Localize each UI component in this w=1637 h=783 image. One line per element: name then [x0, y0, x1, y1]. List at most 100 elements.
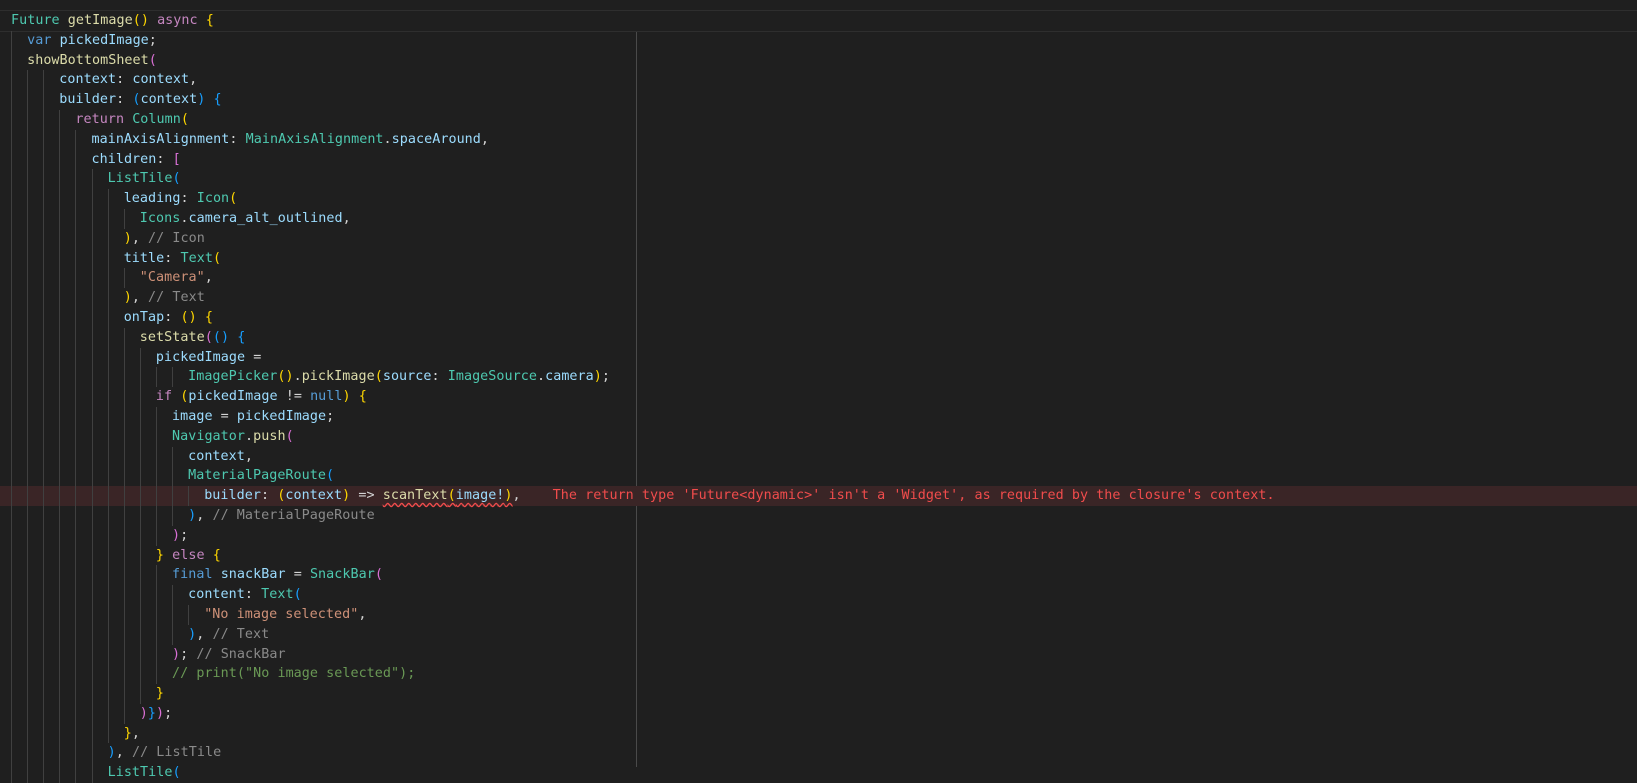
code-line[interactable]: leading: Icon( — [0, 189, 1637, 209]
code-line[interactable]: showBottomSheet( — [0, 50, 1637, 71]
code-line[interactable]: if (pickedImage != null) { — [0, 387, 1637, 407]
code-line[interactable]: MaterialPageRoute( — [0, 466, 1637, 487]
code-line[interactable]: ); // SnackBar — [0, 644, 1637, 665]
indent-guide — [91, 486, 93, 506]
indent-guide — [43, 565, 45, 586]
code-token: Icon — [196, 191, 230, 207]
code-line-error[interactable]: builder: (context) => scanText(image!), T… — [0, 486, 1637, 506]
code-text: // print("No image selected"); — [172, 664, 415, 684]
code-line[interactable]: image = pickedImage; — [0, 406, 1637, 427]
code-line[interactable]: context, — [0, 446, 1637, 467]
code-line[interactable]: ); — [0, 525, 1637, 546]
indent-guide — [11, 604, 12, 625]
indent-guide — [27, 129, 29, 150]
code-line[interactable]: setState(() { — [0, 327, 1637, 348]
code-line[interactable]: } — [0, 684, 1637, 704]
indent-guide — [43, 109, 45, 130]
indent-guide — [43, 228, 45, 249]
code-token: ) — [593, 369, 602, 385]
code-token: : — [156, 151, 173, 167]
code-token: ( — [293, 587, 302, 603]
indent-guide — [59, 763, 61, 783]
indent-guide — [75, 169, 77, 190]
code-token: , — [115, 745, 132, 761]
code-line[interactable]: ), // ListTile — [0, 743, 1637, 764]
indent-guide — [43, 149, 45, 170]
indent-guide — [139, 664, 141, 685]
code-line[interactable]: Icons.camera_alt_outlined, — [0, 208, 1637, 229]
code-token: : — [431, 369, 448, 385]
code-line[interactable]: ListTile( — [0, 763, 1637, 783]
code-line[interactable]: ), // Text — [0, 624, 1637, 645]
indent-guide — [59, 109, 61, 130]
code-line[interactable]: ListTile( — [0, 169, 1637, 190]
code-token: , — [196, 507, 213, 523]
code-text: ), // Text — [188, 625, 269, 645]
code-token: ( — [172, 765, 181, 781]
indent-guide — [59, 169, 61, 190]
indent-guide — [107, 486, 109, 506]
code-line[interactable]: Navigator.push( — [0, 426, 1637, 447]
code-token: () — [180, 309, 197, 325]
code-line[interactable]: builder: (context) { — [0, 90, 1637, 110]
code-text: final snackBar = SnackBar( — [172, 565, 383, 585]
code-line[interactable]: onTap: () { — [0, 307, 1637, 328]
indent-guide — [75, 585, 77, 605]
code-line[interactable]: content: Text( — [0, 585, 1637, 605]
indent-guide — [11, 129, 12, 150]
code-token: ListTile — [107, 765, 173, 781]
code-line[interactable]: return Column( — [0, 109, 1637, 130]
indent-guide — [139, 347, 141, 368]
code-token: != — [277, 389, 311, 405]
indent-guide — [75, 426, 77, 447]
code-line[interactable]: )}); — [0, 703, 1637, 724]
code-token: final — [172, 567, 213, 583]
code-line[interactable]: ), // Text — [0, 288, 1637, 308]
code-token: context — [140, 92, 198, 108]
code-line[interactable]: } else { — [0, 545, 1637, 566]
code-line[interactable]: // print("No image selected"); — [0, 664, 1637, 685]
indent-guide — [11, 109, 12, 130]
code-text: pickedImage = — [156, 348, 261, 368]
indent-guide — [107, 703, 109, 724]
code-token: image — [172, 408, 213, 424]
code-lines[interactable]: Future getImage() async {var pickedImage… — [0, 10, 1637, 783]
error-squiggle[interactable]: scanText(image!) — [383, 488, 513, 503]
code-line[interactable]: ImagePicker().pickImage(source: ImageSou… — [0, 367, 1637, 388]
code-line[interactable]: "No image selected", — [0, 604, 1637, 625]
code-line[interactable]: Future getImage() async { — [0, 10, 1637, 32]
indent-guide — [139, 684, 141, 704]
indent-guide — [59, 406, 61, 427]
code-line[interactable]: "Camera", — [0, 268, 1637, 289]
indent-guide — [107, 684, 109, 704]
code-line[interactable]: var pickedImage; — [0, 30, 1637, 51]
code-line[interactable]: context: context, — [0, 70, 1637, 91]
indent-guide — [75, 664, 77, 685]
indent-guide — [75, 684, 77, 704]
indent-guide — [172, 624, 173, 645]
indent-guide — [59, 466, 61, 487]
indent-guide — [123, 486, 125, 506]
code-token: : — [116, 92, 133, 108]
code-text: mainAxisAlignment: MainAxisAlignment.spa… — [92, 130, 490, 150]
code-token: } — [155, 547, 165, 563]
code-line[interactable]: children: [ — [0, 149, 1637, 170]
indent-guide — [59, 684, 61, 704]
code-editor[interactable]: Future getImage() async {var pickedImage… — [0, 10, 1637, 783]
code-line[interactable]: final snackBar = SnackBar( — [0, 565, 1637, 586]
indent-guide — [11, 763, 12, 783]
code-line[interactable]: ), // Icon — [0, 228, 1637, 249]
indent-guide — [91, 327, 93, 348]
code-token: ( — [172, 171, 181, 187]
code-line[interactable]: mainAxisAlignment: MainAxisAlignment.spa… — [0, 129, 1637, 150]
indent-guide — [27, 466, 29, 487]
code-line[interactable]: ), // MaterialPageRoute — [0, 505, 1637, 526]
indent-guide — [43, 545, 45, 566]
indent-guide — [11, 90, 12, 110]
code-line[interactable]: title: Text( — [0, 248, 1637, 269]
code-token: Column — [132, 111, 181, 127]
code-token: push — [253, 428, 286, 444]
code-line[interactable]: pickedImage = — [0, 347, 1637, 368]
code-token: getImage — [67, 13, 133, 28]
code-line[interactable]: }, — [0, 723, 1637, 744]
